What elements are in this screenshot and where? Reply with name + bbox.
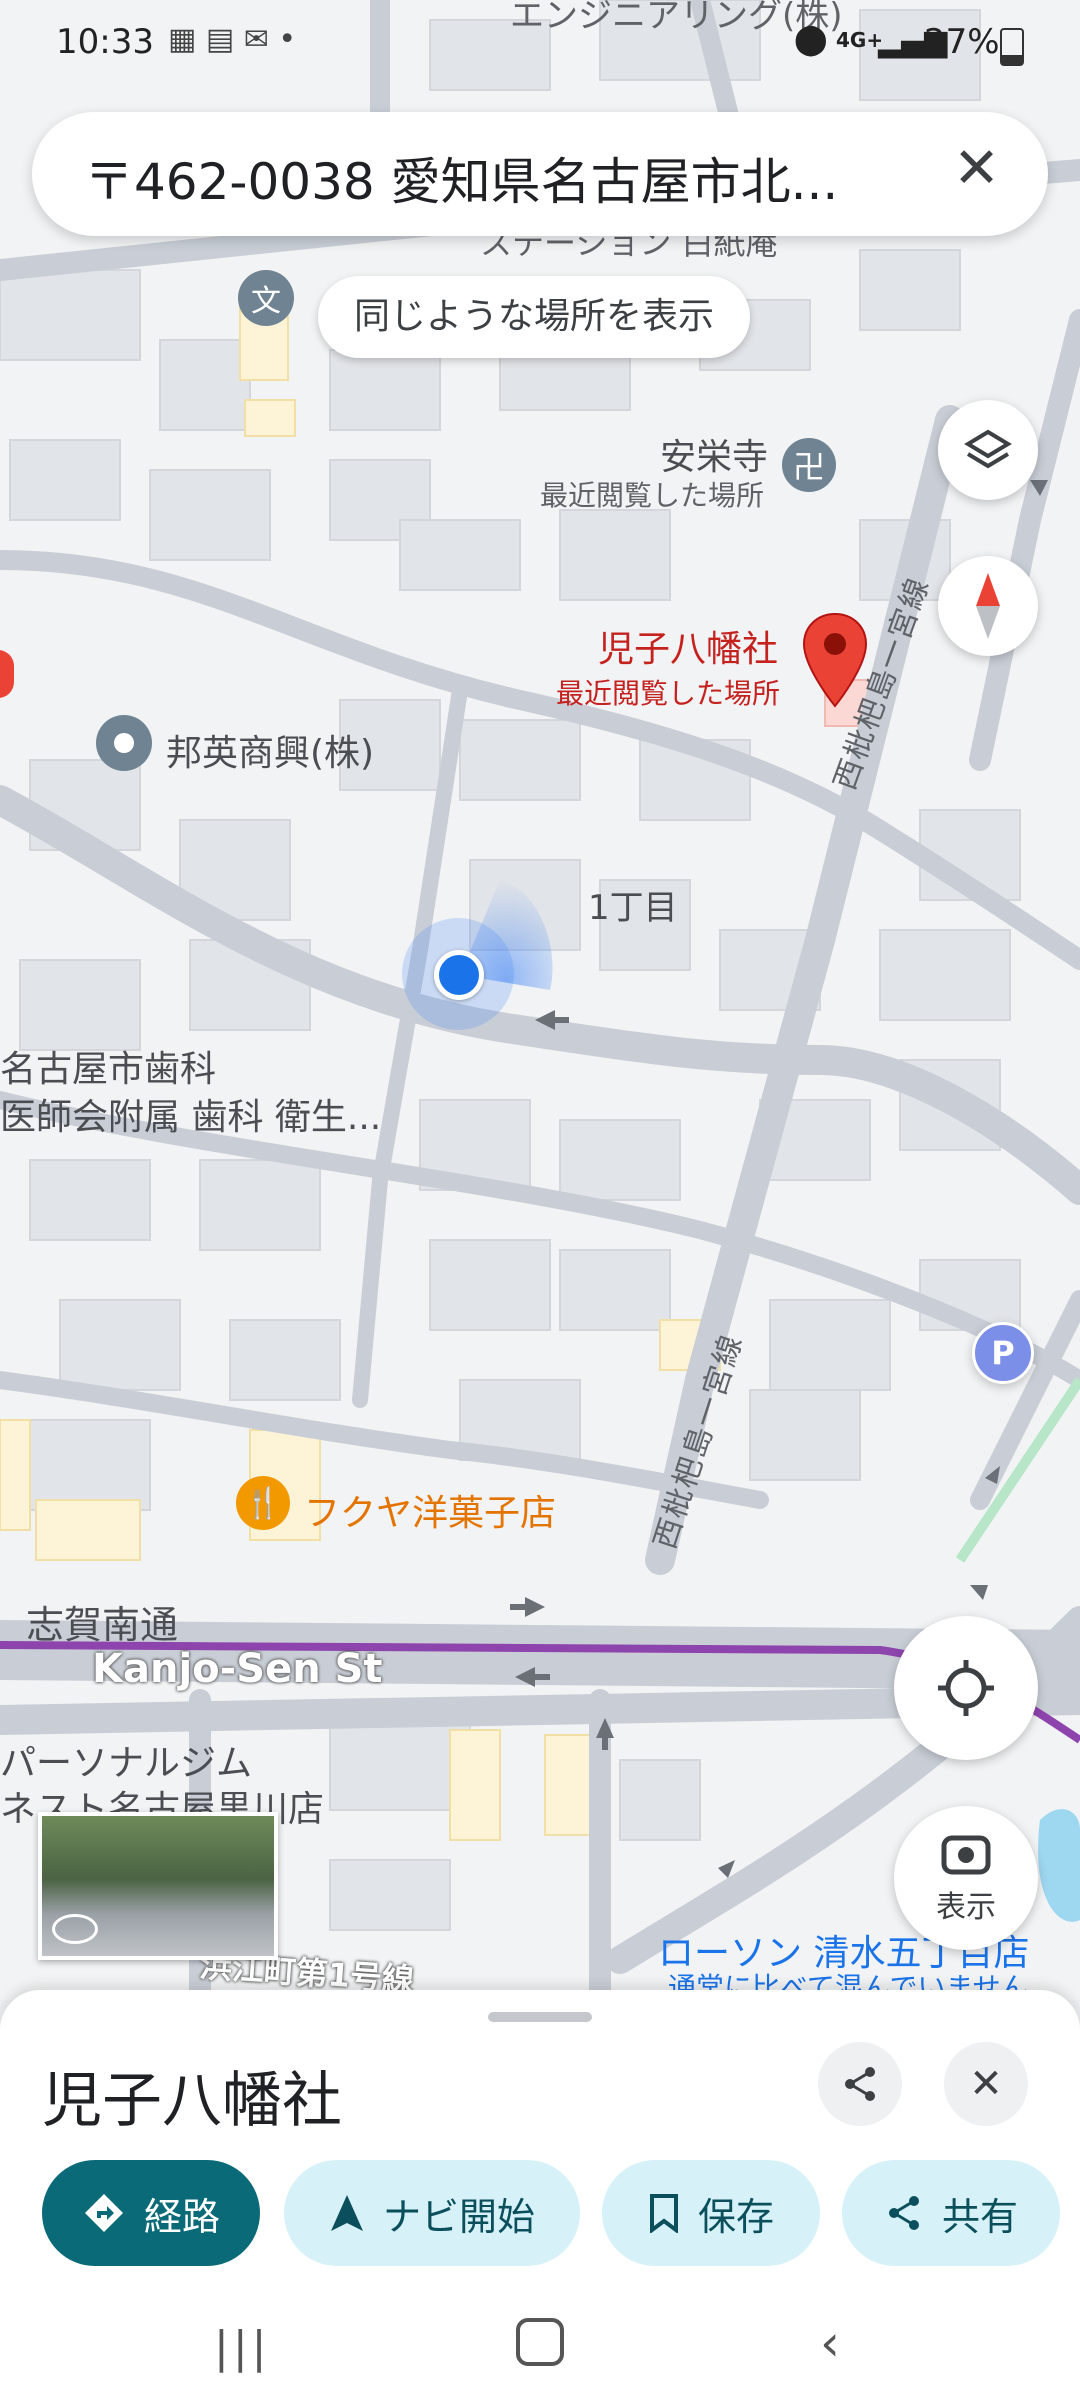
drag-handle[interactable] [488, 2012, 592, 2022]
close-sheet-button[interactable]: ✕ [944, 2042, 1028, 2126]
start-navigation-button[interactable]: ナビ開始 [284, 2160, 580, 2266]
save-label: 保存 [697, 2194, 774, 2239]
map-label-dental-1[interactable]: 名古屋市歯科 [0, 1040, 216, 1092]
system-nav-bar: ||| ‹ [0, 2290, 1080, 2400]
restaurant-icon[interactable]: 🍴 [236, 1476, 290, 1530]
share-icon [888, 2196, 919, 2230]
directions-label: 経路 [143, 2194, 220, 2239]
map-label-shiga-minami: 志賀南通 [26, 1603, 179, 1647]
crosshair-icon [938, 1660, 994, 1716]
close-sheet-icon: ✕ [969, 2061, 1003, 2107]
share-icon [845, 2067, 875, 2101]
directions-icon [84, 2194, 123, 2232]
share-action-label: 共有 [941, 2194, 1018, 2239]
map-label-chome: 1丁目 [588, 888, 678, 928]
map-label-dental-2[interactable]: 医師会附属 歯科 衛生... [0, 1088, 381, 1140]
share-button[interactable] [818, 2042, 902, 2126]
school-icon[interactable]: 文 [238, 270, 294, 326]
share-action-button[interactable]: 共有 [842, 2160, 1060, 2266]
search-text[interactable]: 〒462-0038 愛知県名古屋市北... [84, 142, 838, 214]
status-bar: 10:33 ▦ ▤ ✉ • ⬤ 4G+ ▂▄▆ 27% [0, 0, 1080, 90]
back-icon[interactable]: ‹ [820, 2314, 840, 2372]
save-button[interactable]: 保存 [602, 2160, 820, 2266]
home-icon[interactable] [516, 2318, 564, 2366]
bookmark-icon [649, 2194, 678, 2233]
recent-apps-icon[interactable]: ||| [214, 2322, 270, 2373]
map-label-fukuya[interactable]: フクヤ洋菓子店 [304, 1484, 556, 1536]
lens-button[interactable]: 表示 [894, 1806, 1038, 1950]
close-icon[interactable]: ✕ [953, 136, 1000, 201]
similar-places-chip[interactable]: 同じような場所を表示 [318, 276, 751, 358]
map-label-recent-1: 最近閲覧した場所 [540, 479, 765, 512]
place-title: 児子八幡社 [42, 2066, 342, 2136]
map-label-gym-1[interactable]: パーソナルジム [0, 1734, 252, 1786]
map-label-kogo-hachiman[interactable]: 児子八幡社 [598, 620, 778, 672]
compass-icon [976, 573, 1000, 639]
navigation-icon [330, 2195, 363, 2231]
start-navigation-label: ナビ開始 [382, 2194, 535, 2239]
lens-icon [941, 1835, 991, 1875]
lens-label: 表示 [936, 1890, 996, 1925]
status-time: 10:33 [56, 22, 154, 62]
my-location-dot[interactable] [434, 950, 484, 1000]
compass-button[interactable] [938, 556, 1038, 656]
layers-button[interactable] [938, 400, 1038, 500]
my-location-button[interactable] [894, 1616, 1038, 1760]
street-view-thumbnail[interactable] [38, 1812, 278, 1960]
directions-button[interactable]: 経路 [42, 2160, 260, 2266]
location-status-icon: ⬤ [794, 22, 828, 57]
battery-icon [1000, 28, 1024, 66]
map-label-ansei-ji[interactable]: 安栄寺 [660, 428, 768, 480]
street-view-360-icon [52, 1914, 98, 1944]
status-network: 4G+ [836, 28, 884, 52]
map-label-recent-2: 最近閲覧した場所 [556, 677, 781, 710]
business-pin-icon[interactable] [96, 715, 152, 771]
map-label-houei[interactable]: 邦英商興(株) [166, 724, 374, 776]
parking-icon[interactable]: P [972, 1322, 1034, 1384]
map-label-kanjo: Kanjo-Sen St [92, 1646, 383, 1692]
search-bar[interactable]: 〒462-0038 愛知県名古屋市北... ✕ [32, 112, 1048, 236]
layers-icon [964, 429, 1012, 469]
temple-icon[interactable]: 卍 [782, 438, 836, 492]
status-notification-icons: ▦ ▤ ✉ • [168, 22, 297, 57]
status-battery: 27% [924, 22, 1000, 62]
